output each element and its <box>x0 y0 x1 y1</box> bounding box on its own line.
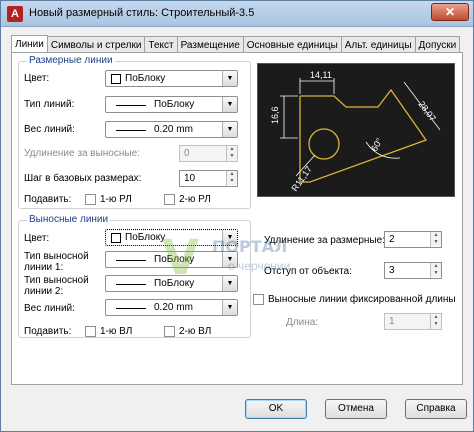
line-sample <box>116 308 146 309</box>
dim-text-angle: 60° <box>369 136 385 153</box>
help-button[interactable]: Справка <box>405 399 467 419</box>
spin-down-icon[interactable]: ▼ <box>227 153 237 160</box>
dim-color-label: Цвет: <box>24 73 50 84</box>
offset-origin-value: 3 <box>389 265 395 276</box>
dim-lineweight-dropdown[interactable]: 0.20 mm ▼ <box>105 121 238 138</box>
color-swatch <box>111 74 121 84</box>
preview-drawing: 14,11 16,6 28,07 60° R11,17 <box>270 70 441 193</box>
line-sample <box>116 130 146 131</box>
dim-extension-spinner[interactable]: 0 ▲ ▼ <box>179 145 238 162</box>
dim-lines-group-title: Размерные линии <box>27 55 115 66</box>
suppress-ext-line-1-label: 1-ю ВЛ <box>100 326 133 337</box>
spin-buttons[interactable]: ▲ ▼ <box>226 171 237 186</box>
chevron-down-icon: ▼ <box>222 97 237 112</box>
ext-lineweight-dropdown[interactable]: 0.20 mm ▼ <box>105 299 238 316</box>
spin-down-icon[interactable]: ▼ <box>431 270 441 277</box>
spin-up-icon[interactable]: ▲ <box>227 146 237 153</box>
window-title: Новый размерный стиль: Строительный-3.5 <box>29 7 255 19</box>
dim-text-radius: R11,17 <box>289 164 313 193</box>
chevron-down-icon: ▼ <box>222 122 237 137</box>
fixed-length-checkbox[interactable] <box>253 294 264 305</box>
chevron-down-icon: ▼ <box>222 300 237 315</box>
fixed-length-label: Выносные линии фиксированной длины <box>268 294 456 305</box>
ext-suppress-label: Подавить: <box>24 326 72 337</box>
tab-panel-lines: Размерные линии Цвет: ПоБлоку ▼ Тип лини… <box>11 52 463 385</box>
spin-up-icon[interactable]: ▲ <box>431 263 441 270</box>
baseline-spacing-value: 10 <box>184 173 196 184</box>
suppress-dim-line-1-checkbox[interactable] <box>85 194 96 205</box>
chevron-down-icon: ▼ <box>222 71 237 86</box>
suppress-ext-line-2-checkbox[interactable] <box>164 326 175 337</box>
dim-suppress-label: Подавить: <box>24 194 72 205</box>
close-button[interactable]: ✕ <box>431 3 469 21</box>
spin-buttons[interactable]: ▲ ▼ <box>430 314 441 329</box>
length-label: Длина: <box>286 317 319 328</box>
line-sample <box>116 105 146 106</box>
dim-color-dropdown[interactable]: ПоБлоку ▼ <box>105 70 238 87</box>
dimension-preview: 14,11 16,6 28,07 60° R11,17 <box>257 63 455 197</box>
spin-buttons[interactable]: ▲ ▼ <box>226 146 237 161</box>
tab-strip: Линии Символы и стрелки Текст Размещение Осн… <box>11 34 461 55</box>
dim-lineweight-value: 0.20 mm <box>154 124 193 135</box>
dim-text-right: 28,07 <box>416 99 438 123</box>
dim-lineweight-label: Вес линий: <box>24 124 75 135</box>
line-sample <box>116 260 146 261</box>
spin-down-icon[interactable]: ▼ <box>431 239 441 246</box>
color-swatch <box>111 233 121 243</box>
mouse-cursor-icon <box>315 332 327 346</box>
length-value: 1 <box>389 316 395 327</box>
line-sample <box>116 284 146 285</box>
spin-up-icon[interactable]: ▲ <box>227 171 237 178</box>
dim-extension-label: Удлинение за выносные: <box>24 148 140 159</box>
spin-down-icon[interactable]: ▼ <box>227 178 237 185</box>
ext-linetype2-label-b: линии 2: <box>24 286 64 297</box>
dim-color-value: ПоБлоку <box>125 73 166 84</box>
dim-text-top: 14,11 <box>310 70 332 80</box>
spin-up-icon[interactable]: ▲ <box>431 314 441 321</box>
watermark-line2: о черчении <box>228 259 291 273</box>
dim-linetype-dropdown[interactable]: ПоБлоку ▼ <box>105 96 238 113</box>
length-spinner[interactable]: 1 ▲ ▼ <box>384 313 442 330</box>
suppress-ext-line-1-checkbox[interactable] <box>85 326 96 337</box>
ext-color-label: Цвет: <box>24 233 50 244</box>
cancel-button[interactable]: Отмена <box>325 399 387 419</box>
spin-buttons[interactable]: ▲ ▼ <box>430 232 441 247</box>
baseline-spacing-label: Шаг в базовых размерах: <box>24 173 142 184</box>
suppress-dim-line-1-label: 1-ю РЛ <box>100 194 132 205</box>
offset-origin-spinner[interactable]: 3 ▲ ▼ <box>384 262 442 279</box>
ext-linetype1-label-a: Тип выносной <box>24 251 89 262</box>
dialog-window: A Новый размерный стиль: Строительный-3.… <box>0 0 474 432</box>
suppress-dim-line-2-label: 2-ю РЛ <box>179 194 211 205</box>
ext-linetype1-label-b: линии 1: <box>24 262 64 273</box>
preview-hole <box>308 128 340 160</box>
spin-up-icon[interactable]: ▲ <box>431 232 441 239</box>
dim-linetype-label: Тип линий: <box>24 99 75 110</box>
suppress-dim-line-2-checkbox[interactable] <box>164 194 175 205</box>
suppress-ext-line-2-label: 2-ю ВЛ <box>179 326 212 337</box>
dim-extension-value: 0 <box>184 148 190 159</box>
ext-lineweight-value: 0.20 mm <box>154 302 193 313</box>
watermark-logo: V ПОРТАЛ о черчении <box>162 233 332 289</box>
dim-text-left: 16,6 <box>270 106 280 124</box>
watermark-letter: V <box>162 230 200 286</box>
title-bar[interactable]: A Новый размерный стиль: Строительный-3.… <box>1 1 473 27</box>
watermark-line1: ПОРТАЛ <box>212 237 288 256</box>
spin-buttons[interactable]: ▲ ▼ <box>430 263 441 278</box>
preview-part-outline <box>299 88 428 183</box>
ext-color-value: ПоБлоку <box>125 232 166 243</box>
baseline-spacing-spinner[interactable]: 10 ▲ ▼ <box>179 170 238 187</box>
dim-linetype-value: ПоБлоку <box>154 99 195 110</box>
ext-linetype2-label-a: Тип выносной <box>24 275 89 286</box>
extend-beyond-value: 2 <box>389 234 395 245</box>
app-icon: A <box>7 6 23 22</box>
spin-down-icon[interactable]: ▼ <box>431 321 441 328</box>
ok-button[interactable]: OK <box>245 399 307 419</box>
ext-lineweight-label: Вес линий: <box>24 303 75 314</box>
ext-lines-group-title: Выносные линии <box>27 214 111 225</box>
extend-beyond-spinner[interactable]: 2 ▲ ▼ <box>384 231 442 248</box>
